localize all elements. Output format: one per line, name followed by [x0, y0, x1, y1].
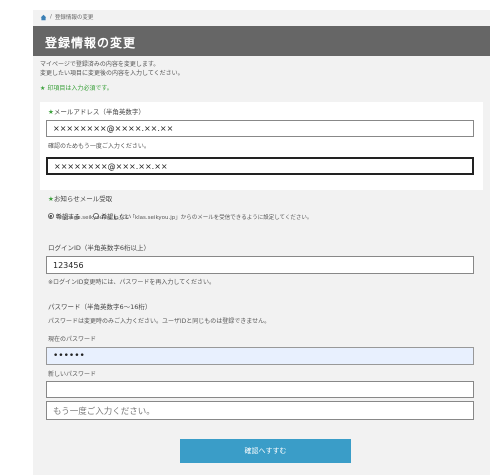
breadcrumb-separator: /: [50, 14, 52, 20]
required-star-icon: ★: [40, 85, 46, 92]
newsletter-section: ★お知らせメール受取 希望する 希望しない ※「mypage.seikyou.n…: [40, 193, 483, 235]
email-section: ★メールアドレス（半角英数字） ××××××××@××××.××.×× 確認のた…: [40, 102, 483, 190]
content-frame: / 登録情報の変更 登録情報の変更 マイページで登録済みの内容を変更します。 変…: [33, 10, 490, 475]
current-password-value: ••••••: [53, 351, 85, 361]
password-section: パスワード（半角英数字6～16桁） パスワードは変更時のみご入力ください。ユーザ…: [40, 297, 483, 427]
newsletter-note: ※「mypage.seikyou.ne.jp」と「klas.seikyou.jp…: [48, 215, 313, 221]
current-password-label: 現在のパスワード: [48, 336, 97, 343]
login-section: ログインID（半角英数字6桁以上） 123456 ※ログインID変更時には、パス…: [40, 238, 483, 294]
breadcrumb-current: 登録情報の変更: [54, 15, 94, 21]
password-note: パスワードは変更時のみご入力ください。ユーザIDと同じものは登録できません。: [48, 318, 271, 325]
login-id-value: 123456: [53, 260, 84, 270]
page-header: 登録情報の変更: [33, 26, 490, 56]
breadcrumb: / 登録情報の変更: [33, 10, 490, 24]
confirm-password-input[interactable]: もう一度ご入力ください。: [46, 401, 474, 420]
confirm-password-placeholder: もう一度ご入力ください。: [53, 406, 155, 417]
login-label: ログインID（半角英数字6桁以上）: [48, 244, 151, 252]
email-label: メールアドレス（半角英数字）: [53, 108, 145, 116]
password-label: パスワード（半角英数字6～16桁）: [48, 303, 152, 311]
intro-line-1: マイページで登録済みの内容を変更します。: [40, 61, 160, 68]
new-password-input[interactable]: [46, 381, 474, 398]
new-password-label: 新しいパスワード: [48, 371, 97, 378]
email-confirm-value: ××××××××@×××.××.××: [54, 161, 168, 171]
email-input[interactable]: ××××××××@××××.××.××: [46, 120, 474, 137]
home-icon[interactable]: [40, 14, 47, 21]
login-note: ※ログインID変更時には、パスワードを再入力してください。: [48, 279, 216, 286]
login-id-input[interactable]: 123456: [46, 256, 474, 274]
required-note: 印項目は入力必須です。: [47, 85, 113, 92]
email-value: ××××××××@××××.××.××: [53, 124, 174, 133]
intro-section: マイページで登録済みの内容を変更します。 変更したい項目に変更後の内容を入力して…: [40, 60, 483, 100]
email-confirm-input[interactable]: ××××××××@×××.××.××: [46, 157, 474, 175]
current-password-input[interactable]: ••••••: [46, 347, 474, 365]
newsletter-label: お知らせメール受取: [53, 195, 113, 203]
submit-button[interactable]: 確認へすすむ: [180, 439, 351, 463]
email-confirm-note: 確認のためもう一度ご入力ください。: [48, 143, 150, 150]
page-title: 登録情報の変更: [45, 36, 137, 50]
submit-label: 確認へすすむ: [244, 447, 287, 455]
intro-line-2: 変更したい項目に変更後の内容を入力してください。: [40, 70, 184, 77]
